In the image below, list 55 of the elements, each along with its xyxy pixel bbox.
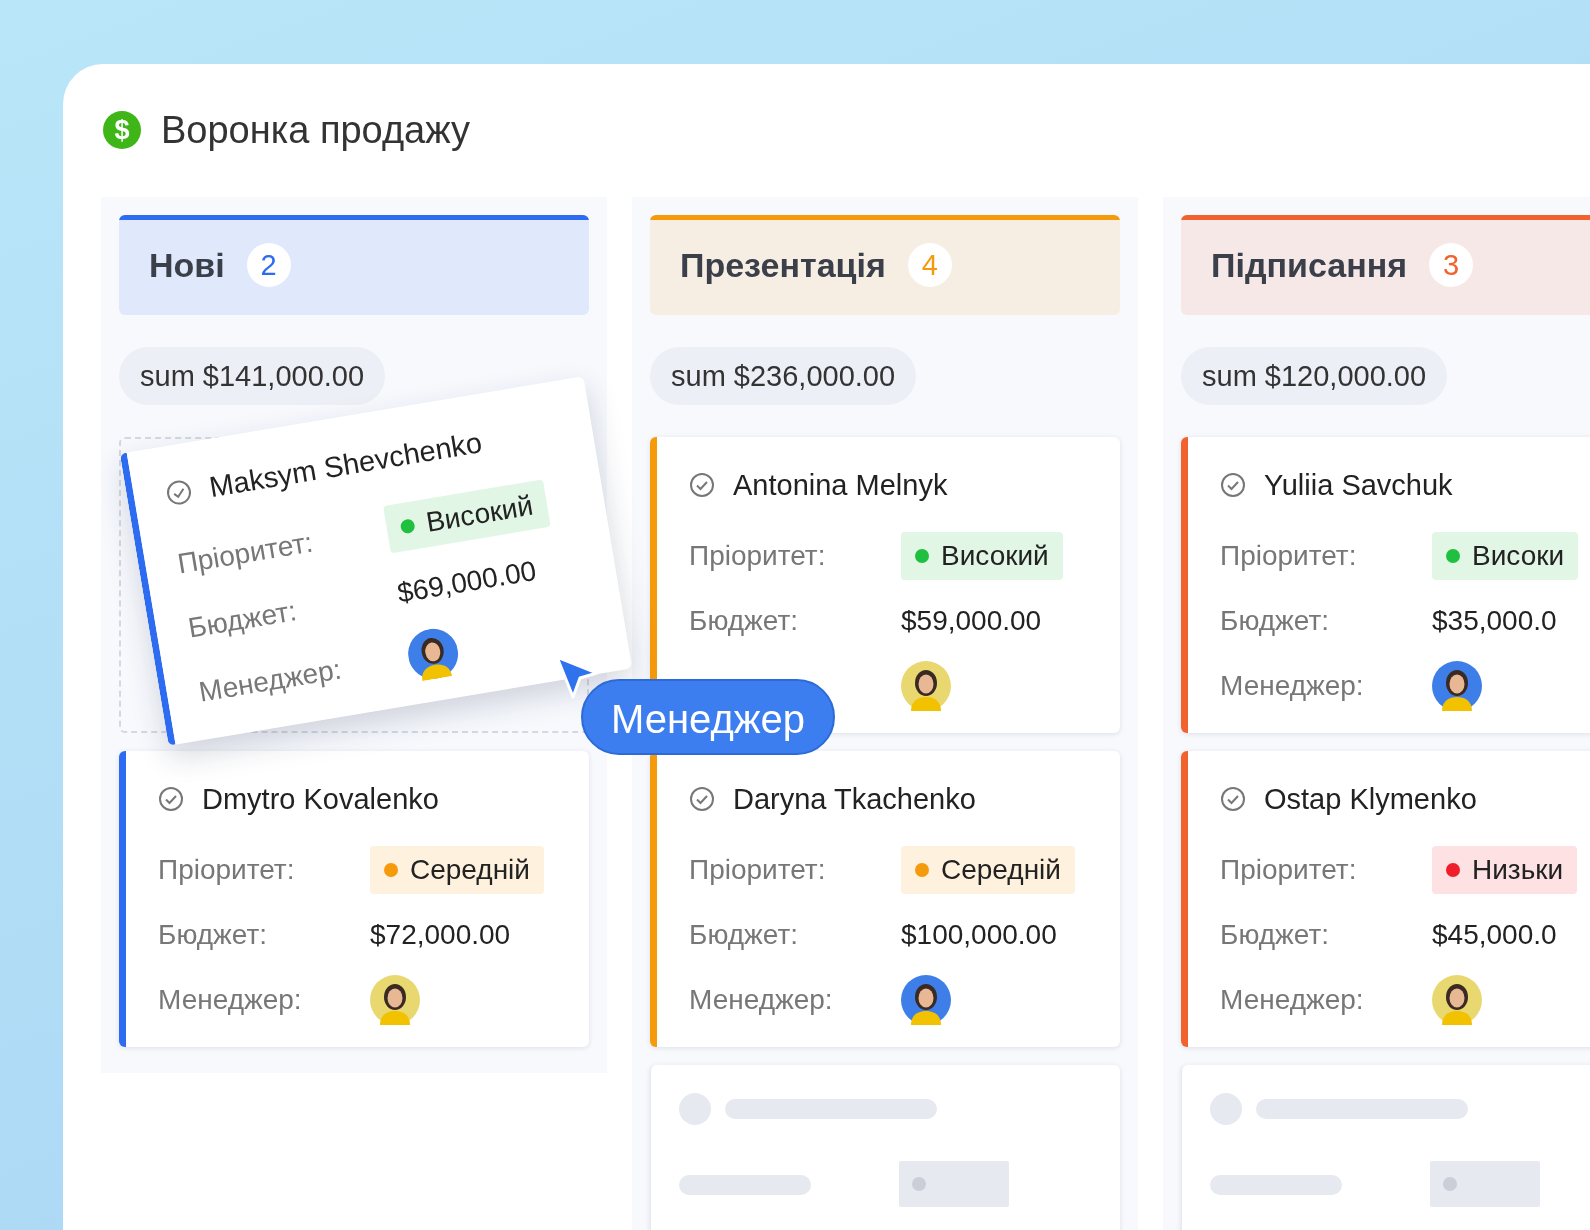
field-label: Менеджер:	[1220, 983, 1365, 1016]
deal-name: Ostap Klymenko	[1264, 782, 1477, 816]
manager-tooltip: Менеджер	[581, 679, 836, 755]
sum-pill: sum $141,000.00	[119, 347, 386, 405]
count-badge: 3	[1429, 243, 1474, 287]
field-label: Бюджет:	[185, 593, 300, 645]
field-label: Бюджет:	[1220, 604, 1331, 637]
column-title: Підписання	[1211, 245, 1408, 285]
column-title: Презентація	[680, 245, 886, 285]
count-badge: 4	[907, 243, 952, 287]
check-circle-icon[interactable]	[158, 786, 184, 812]
check-circle-icon[interactable]	[689, 472, 715, 498]
field-label: Менеджер:	[1220, 669, 1365, 702]
priority-badge: Високи	[1432, 531, 1579, 580]
priority-badge: Низьки	[1432, 845, 1578, 894]
budget-value: $59,000.00	[901, 604, 1043, 637]
deal-card[interactable]: Ostap Klymenko Пріоритет: Низьки Бюджет: $45,000.0 Менеджер:	[1181, 751, 1590, 1047]
field-label: Пріоритет:	[689, 539, 827, 572]
field-label: Пріоритет:	[1220, 853, 1358, 886]
priority-badge: Високий	[382, 478, 551, 553]
deal-name: Dmytro Kovalenko	[202, 782, 439, 816]
check-circle-icon[interactable]	[1220, 472, 1246, 498]
column-title: Нові	[149, 245, 225, 285]
count-badge: 2	[246, 243, 291, 287]
field-label: Менеджер:	[196, 652, 345, 709]
field-label: Бюджет:	[689, 604, 800, 637]
field-label: Менеджер:	[158, 983, 303, 1016]
field-label: Пріоритет:	[1220, 539, 1358, 572]
priority-badge: Середній	[370, 845, 544, 894]
dollar-icon: $	[103, 111, 141, 149]
field-label: Бюджет:	[689, 918, 800, 951]
priority-badge: Високий	[901, 531, 1063, 580]
budget-value: $45,000.0	[1432, 918, 1558, 951]
check-circle-icon[interactable]	[689, 786, 715, 812]
budget-value: $100,000.00	[901, 918, 1058, 951]
field-label: Пріоритет:	[175, 524, 316, 581]
deal-card[interactable]: Daryna Tkachenko Пріоритет: Середній Бюджет: $100,000.00 Менеджер:	[650, 751, 1120, 1047]
sum-pill: sum $120,000.00	[1181, 347, 1448, 405]
field-label: Пріоритет:	[158, 853, 296, 886]
deal-name: Daryna Tkachenko	[733, 782, 976, 816]
budget-value: $69,000.00	[395, 553, 540, 610]
priority-badge: Середній	[901, 845, 1075, 894]
deal-name: Antonina Melnyk	[733, 468, 948, 502]
deal-card[interactable]: Dmytro Kovalenko Пріоритет: Середній Бюджет: $72,000.00 Менеджер:	[119, 751, 589, 1047]
page-title: Воронка продажу	[161, 108, 471, 152]
sum-pill: sum $236,000.00	[650, 347, 917, 405]
budget-value: $72,000.00	[370, 918, 512, 951]
field-label: Менеджер:	[689, 983, 834, 1016]
deal-name: Yuliia Savchuk	[1264, 468, 1453, 502]
deal-card[interactable]: Yuliia Savchuk Пріоритет: Високи Бюджет: $35,000.0 Менеджер:	[1181, 437, 1590, 733]
budget-value: $35,000.0	[1432, 604, 1558, 637]
field-label: Бюджет:	[158, 918, 269, 951]
field-label: Пріоритет:	[689, 853, 827, 886]
check-circle-icon[interactable]	[1220, 786, 1246, 812]
field-label: Бюджет:	[1220, 918, 1331, 951]
